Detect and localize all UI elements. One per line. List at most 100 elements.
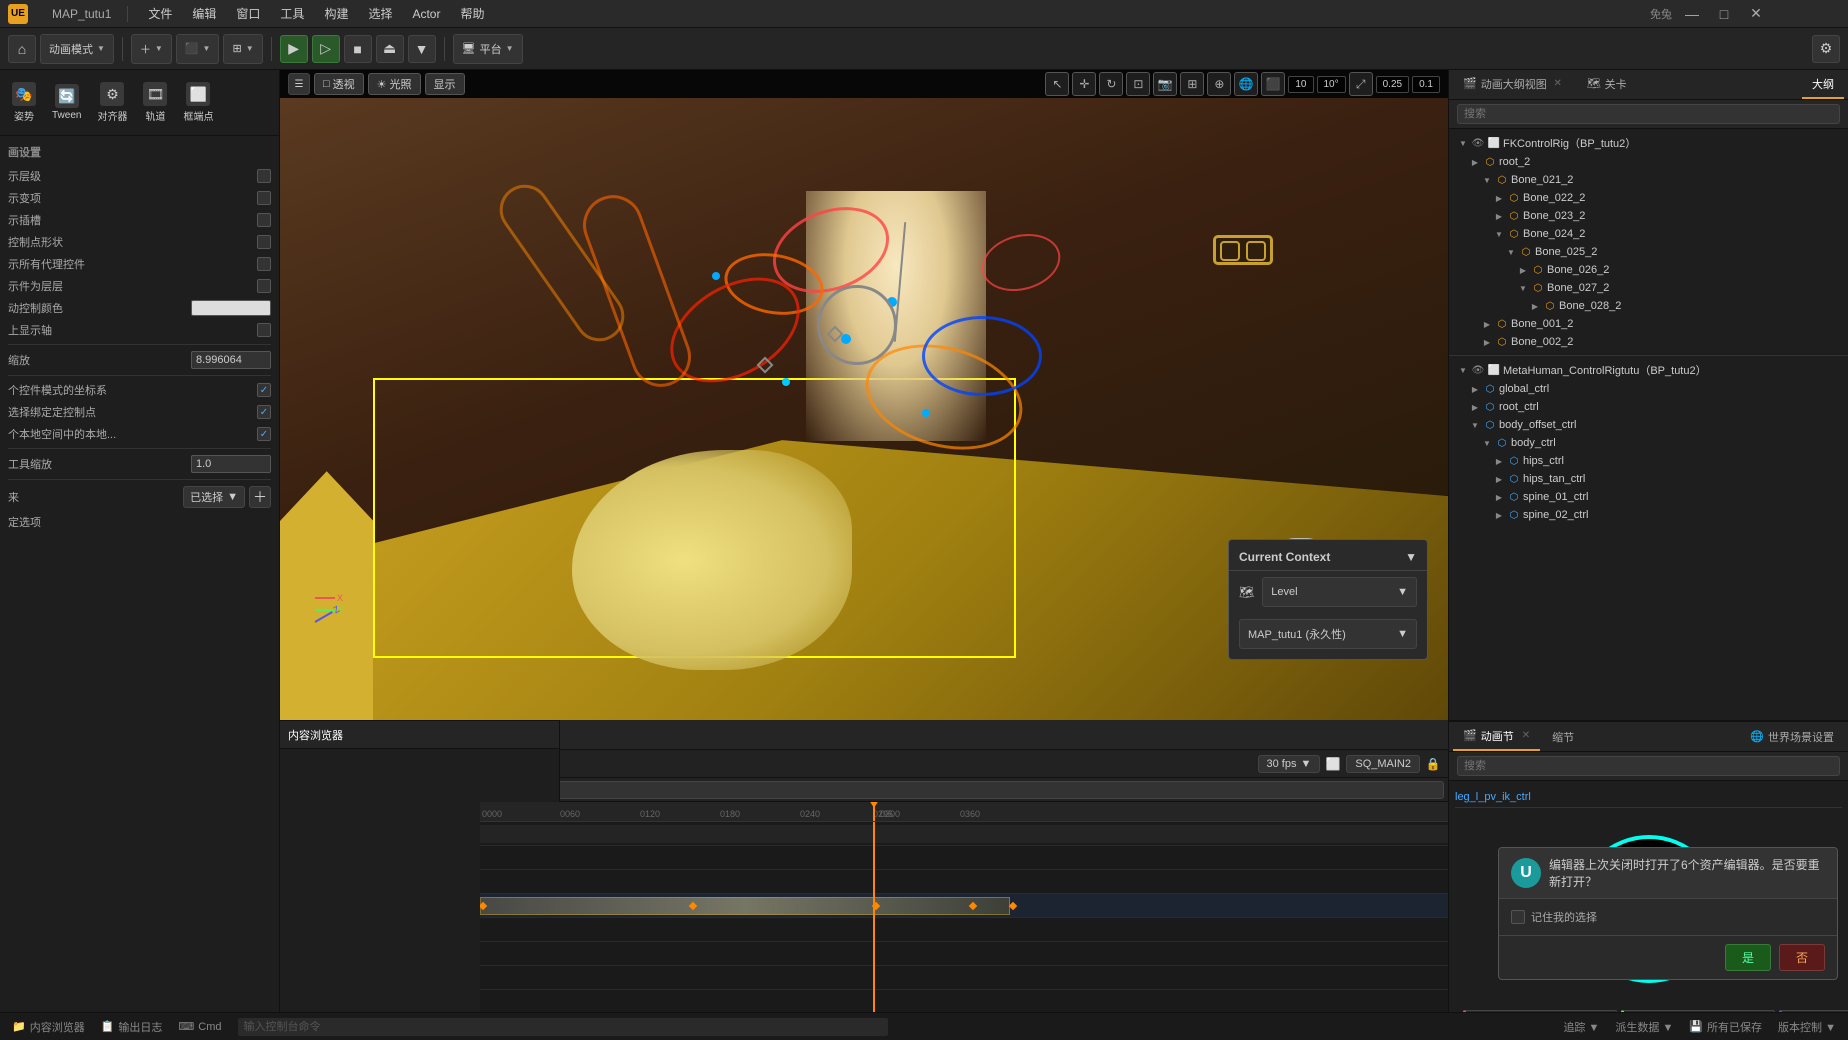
seq-frame-btn[interactable]: ⬜ bbox=[1322, 753, 1344, 775]
vp-transform-icon[interactable]: ✛ bbox=[1072, 72, 1096, 96]
tree-bone022[interactable]: ▶ ⬡ Bone_022_2 bbox=[1449, 189, 1848, 207]
stop-button[interactable]: ■ bbox=[344, 35, 372, 63]
tab-scale-node[interactable]: 缩节 bbox=[1542, 722, 1584, 751]
tree-bone002[interactable]: ▶ ⬡ Bone_002_2 bbox=[1449, 333, 1848, 351]
tree-spine01[interactable]: ▶ ⬡ spine_01_ctrl bbox=[1449, 488, 1848, 506]
right-search-input[interactable] bbox=[1457, 104, 1840, 124]
tree-root2[interactable]: ▶ ⬡ root_2 bbox=[1449, 153, 1848, 171]
vp-show[interactable]: 显示 bbox=[425, 73, 465, 95]
content-browser-btn[interactable]: 📁 内容浏览器 bbox=[8, 1019, 89, 1035]
version-btn[interactable]: 版本控制 ▼ bbox=[1774, 1019, 1840, 1035]
menu-tools[interactable]: 工具 bbox=[276, 3, 308, 24]
console-input-area[interactable]: 输入控制台命令 bbox=[238, 1018, 889, 1036]
tab-anim-close[interactable]: ✕ bbox=[1551, 77, 1565, 91]
trace-btn[interactable]: 追踪 ▼ bbox=[1559, 1019, 1603, 1035]
dialog-yes-btn[interactable]: 是 bbox=[1725, 944, 1771, 971]
vp-menu-btn[interactable]: ☰ bbox=[288, 73, 310, 95]
tool-align[interactable]: ⚙ 对齐器 bbox=[93, 78, 131, 127]
setting-sel-ctrl-check[interactable] bbox=[257, 405, 271, 419]
vp-grid-icon[interactable]: ⊞ bbox=[1180, 72, 1204, 96]
tool-frame[interactable]: ⬜ 框端点 bbox=[179, 78, 217, 127]
close-button[interactable]: ✕ bbox=[1744, 4, 1768, 24]
tab-level[interactable]: 🗺 关卡 bbox=[1577, 70, 1637, 99]
tree-bone024[interactable]: ▼ ⬡ Bone_024_2 bbox=[1449, 225, 1848, 243]
setting-level-check[interactable] bbox=[257, 169, 271, 183]
setting-axis-check[interactable] bbox=[257, 323, 271, 337]
tab-outline[interactable]: 大纲 bbox=[1802, 70, 1844, 99]
vp-select-icon[interactable]: ↖ bbox=[1045, 72, 1069, 96]
tool-track[interactable]: 🎞 轨道 bbox=[139, 78, 171, 127]
menu-window[interactable]: 窗口 bbox=[232, 3, 264, 24]
cmd-btn[interactable]: ⌨ Cmd bbox=[174, 1020, 225, 1033]
vp-rotate-icon[interactable]: ↻ bbox=[1099, 72, 1123, 96]
tree-mh-root[interactable]: ▼ 👁 ⬜ MetaHuman_ControlRigtutu（BP_tutu2） bbox=[1449, 360, 1848, 380]
platform-button[interactable]: 🖥 平台 ▼ bbox=[453, 34, 523, 64]
tree-body-ctrl[interactable]: ▼ ⬡ body_ctrl bbox=[1449, 434, 1848, 452]
settings-button[interactable]: ⚙ bbox=[1812, 35, 1840, 63]
dialog-no-btn[interactable]: 否 bbox=[1779, 944, 1825, 971]
menu-edit[interactable]: 编辑 bbox=[188, 3, 220, 24]
save-btn[interactable]: 💾 所有已保存 bbox=[1685, 1019, 1766, 1035]
setting-coord-check[interactable] bbox=[257, 383, 271, 397]
tree-bone021[interactable]: ▼ ⬡ Bone_021_2 bbox=[1449, 171, 1848, 189]
maximize-button[interactable]: □ bbox=[1712, 4, 1736, 24]
grid-button[interactable]: ⊞ ▼ bbox=[223, 34, 262, 64]
source-select[interactable]: 已选择 ▼ bbox=[183, 486, 245, 508]
tree-hips-tan[interactable]: ▶ ⬡ hips_tan_ctrl bbox=[1449, 470, 1848, 488]
setting-local-check[interactable] bbox=[257, 427, 271, 441]
setting-tool-scale-input[interactable] bbox=[191, 455, 271, 473]
source-add-btn[interactable]: ＋ bbox=[249, 486, 271, 508]
transform-button[interactable]: ⬛ ▼ bbox=[176, 34, 220, 64]
setting-ctrl-shape-check[interactable] bbox=[257, 235, 271, 249]
vp-fullscreen-icon[interactable]: ⤢ bbox=[1349, 72, 1373, 96]
output-log-btn[interactable]: 📋 输出日志 bbox=[97, 1019, 167, 1035]
vp-floor-icon[interactable]: ⬛ bbox=[1261, 72, 1285, 96]
menu-build[interactable]: 构建 bbox=[320, 3, 352, 24]
anim-mode-button[interactable]: 动画模式 ▼ bbox=[40, 34, 114, 64]
tree-fk-root[interactable]: ▼ 👁 ⬜ FKControlRig（BP_tutu2） bbox=[1449, 133, 1848, 153]
tree-bone026[interactable]: ▶ ⬡ Bone_026_2 bbox=[1449, 261, 1848, 279]
tree-bone001[interactable]: ▶ ⬡ Bone_001_2 bbox=[1449, 315, 1848, 333]
vp-snap-icon[interactable]: ⊕ bbox=[1207, 72, 1231, 96]
context-map-btn[interactable]: MAP_tutu1 (永久性) ▼ bbox=[1239, 619, 1417, 649]
menu-help[interactable]: 帮助 bbox=[456, 3, 488, 24]
setting-var-check[interactable] bbox=[257, 191, 271, 205]
tab-anim-node-close[interactable]: ✕ bbox=[1522, 730, 1530, 741]
down-button[interactable]: ▼ bbox=[408, 35, 436, 63]
tool-tween[interactable]: 🔄 Tween bbox=[48, 80, 85, 125]
seq-timeline[interactable]: 0000 0060 0120 0180 0240 0295 0300 0360 bbox=[480, 802, 1448, 1012]
tab-anim-node[interactable]: 🎬 动画节 ✕ bbox=[1453, 722, 1540, 751]
home-button[interactable]: ⌂ bbox=[8, 35, 36, 63]
vp-scale-icon[interactable]: ⊡ bbox=[1126, 72, 1150, 96]
setting-scale-input[interactable] bbox=[191, 351, 271, 369]
play-sim-button[interactable]: ▷ bbox=[312, 35, 340, 63]
setting-slot-check[interactable] bbox=[257, 213, 271, 227]
vp-orient-icon[interactable]: 🌐 bbox=[1234, 72, 1258, 96]
vp-lighting[interactable]: ☀ 光照 bbox=[368, 73, 421, 95]
tree-bone028[interactable]: ▶ ⬡ Bone_028_2 bbox=[1449, 297, 1848, 315]
seq-lock-btn[interactable]: 🔒 bbox=[1422, 753, 1444, 775]
menu-file[interactable]: 文件 bbox=[144, 3, 176, 24]
add-button[interactable]: ＋ ▼ bbox=[131, 34, 172, 64]
tree-global-ctrl[interactable]: ▶ ⬡ global_ctrl bbox=[1449, 380, 1848, 398]
setting-color-swatch[interactable] bbox=[191, 300, 271, 316]
viewport-inner[interactable]: ☰ □ 透视 ☀ 光照 显示 bbox=[280, 70, 1448, 720]
tree-hips-ctrl[interactable]: ▶ ⬡ hips_ctrl bbox=[1449, 452, 1848, 470]
menu-select[interactable]: 选择 bbox=[364, 3, 396, 24]
context-expand[interactable]: ▼ bbox=[1405, 550, 1417, 564]
context-level-btn[interactable]: Level ▼ bbox=[1262, 577, 1417, 607]
tree-root-ctrl[interactable]: ▶ ⬡ root_ctrl bbox=[1449, 398, 1848, 416]
tree-spine02[interactable]: ▶ ⬡ spine_02_ctrl bbox=[1449, 506, 1848, 524]
dialog-remember-check[interactable] bbox=[1511, 910, 1525, 924]
fps-selector[interactable]: 30 fps ▼ bbox=[1258, 755, 1321, 773]
tab-world-settings[interactable]: 🌐 世界场景设置 bbox=[1740, 722, 1844, 751]
tree-bone027[interactable]: ▼ ⬡ Bone_027_2 bbox=[1449, 279, 1848, 297]
tree-body-offset[interactable]: ▼ ⬡ body_offset_ctrl bbox=[1449, 416, 1848, 434]
tree-bone025[interactable]: ▼ ⬡ Bone_025_2 bbox=[1449, 243, 1848, 261]
play-button[interactable]: ▶ bbox=[280, 35, 308, 63]
vp-perspective[interactable]: □ 透视 bbox=[314, 73, 364, 95]
tab-anim-outline[interactable]: 🎬 动画大纲视图 ✕ bbox=[1453, 70, 1575, 99]
menu-actor[interactable]: Actor bbox=[408, 5, 444, 23]
eject-button[interactable]: ⏏ bbox=[376, 35, 404, 63]
tree-bone023[interactable]: ▶ ⬡ Bone_023_2 bbox=[1449, 207, 1848, 225]
